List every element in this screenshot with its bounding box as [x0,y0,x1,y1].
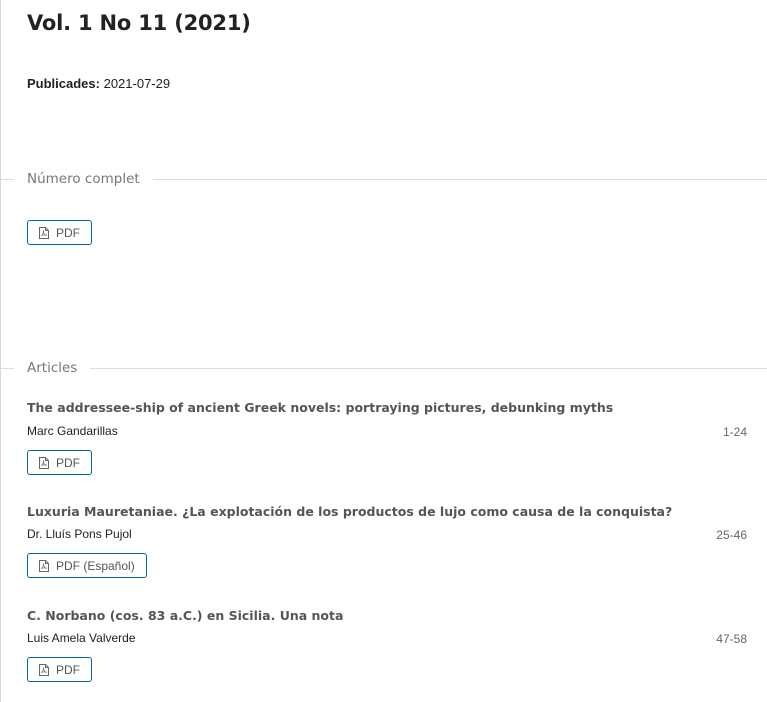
divider [90,367,767,369]
article-author: Marc Gandarillas [27,424,118,438]
articles-heading: Articles [1,358,767,378]
published-date: 2021-07-29 [103,76,171,91]
article-pdf-label: PDF [56,455,80,470]
article-title-link[interactable]: The addressee-ship of ancient Greek nove… [27,400,613,415]
published-label: Publicades: [27,76,100,91]
article-pages: 47-58 [716,632,747,646]
article-title-link[interactable]: Luxuria Mauretaniae. ¿La explotación de … [27,504,672,519]
article-pdf-button[interactable]: PDF [27,657,92,682]
full-issue-heading-label: Número complet [27,171,140,187]
file-pdf-icon [39,559,49,572]
article-pdf-label: PDF (Español) [56,558,135,573]
article-author: Luis Amela Valverde [27,631,136,645]
published-line: Publicades: 2021-07-29 [27,76,170,91]
articles-heading-label: Articles [27,360,78,376]
issue-title: Vol. 1 No 11 (2021) [27,11,251,35]
divider [1,178,14,180]
article-author: Dr. Lluís Pons Pujol [27,527,132,541]
divider [1,367,14,369]
full-issue-pdf-button[interactable]: PDF [27,220,92,245]
divider [152,178,767,180]
article-pdf-button[interactable]: PDF (Español) [27,553,147,578]
article-pdf-button[interactable]: PDF [27,450,92,475]
full-issue-pdf-label: PDF [56,225,80,240]
full-issue-heading: Número complet [1,169,767,189]
file-pdf-icon [39,226,49,239]
article-title-link[interactable]: C. Norbano (cos. 83 a.C.) en Sicilia. Un… [27,608,343,623]
article-pages: 25-46 [716,528,747,542]
file-pdf-icon [39,663,49,676]
file-pdf-icon [39,456,49,469]
article-pdf-label: PDF [56,662,80,677]
article-pages: 1-24 [722,425,747,439]
